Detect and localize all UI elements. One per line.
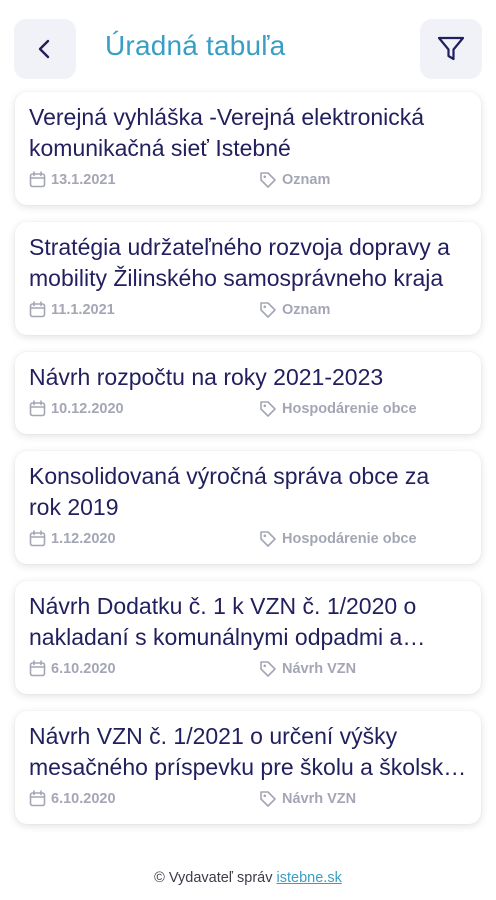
notice-category-text: Oznam bbox=[282, 172, 331, 188]
filter-icon bbox=[437, 36, 465, 61]
notice-category: Hospodárenie obce bbox=[259, 400, 417, 418]
notice-meta: 13.1.2021 Oznam bbox=[29, 171, 467, 193]
notice-card[interactable]: Stratégia udržateľného rozvoja dopravy a… bbox=[15, 222, 481, 335]
calendar-icon bbox=[29, 400, 46, 417]
notice-date-text: 6.10.2020 bbox=[51, 660, 116, 677]
notice-card[interactable]: Verejná vyhláška -Verejná elektronická k… bbox=[15, 92, 481, 205]
tag-icon bbox=[260, 791, 276, 807]
notice-card[interactable]: Návrh Dodatku č. 1 k VZN č. 1/2020 o nak… bbox=[15, 581, 481, 694]
notice-title: Verejná vyhláška -Verejná elektronická k… bbox=[29, 104, 425, 161]
notice-category: Oznam bbox=[259, 301, 330, 319]
calendar-icon bbox=[29, 790, 46, 807]
notice-title: Návrh Dodatku č. 1 k VZN č. 1/2020 o nak… bbox=[29, 593, 417, 650]
notice-date: 13.1.2021 bbox=[29, 171, 116, 188]
notice-category: Návrh VZN bbox=[259, 790, 356, 808]
notice-date: 11.1.2021 bbox=[29, 301, 115, 318]
notice-meta: 1.12.2020 Hospodárenie obce bbox=[29, 530, 467, 552]
notice-meta: 11.1.2021 Oznam bbox=[29, 301, 467, 323]
filter-button[interactable] bbox=[420, 19, 482, 79]
chevron-left-icon bbox=[38, 39, 50, 59]
notice-card[interactable]: Návrh VZN č. 1/2021 o určení výšky mesač… bbox=[15, 711, 481, 824]
notice-meta: 6.10.2020 Návrh VZN bbox=[29, 660, 467, 682]
notice-title: Konsolidovaná výročná správa obce za rok… bbox=[29, 463, 430, 520]
notice-date-text: 13.1.2021 bbox=[51, 171, 116, 188]
notice-category-text: Oznam bbox=[282, 302, 331, 318]
back-button[interactable] bbox=[14, 19, 76, 79]
tag-icon bbox=[260, 531, 276, 547]
tag-icon bbox=[260, 661, 276, 677]
notice-title: Návrh VZN č. 1/2021 o určení výšky mesač… bbox=[29, 723, 456, 780]
footer: © Vydavateľ správ istebne.sk bbox=[0, 870, 496, 886]
tag-icon bbox=[260, 172, 276, 188]
footer-link[interactable]: istebne.sk bbox=[277, 870, 342, 886]
calendar-icon bbox=[29, 301, 46, 318]
page-title: Úradná tabuľa bbox=[105, 30, 286, 61]
tag-icon bbox=[260, 302, 276, 318]
calendar-icon bbox=[29, 660, 46, 677]
notice-category: Oznam bbox=[259, 171, 330, 189]
notice-category-text: Návrh VZN bbox=[282, 791, 357, 807]
notice-date: 10.12.2020 bbox=[29, 400, 124, 417]
notice-category-text: Hospodárenie obce bbox=[282, 531, 417, 547]
calendar-icon bbox=[29, 171, 46, 188]
notice-card[interactable]: Návrh rozpočtu na roky 2021-2023 10.12.20… bbox=[15, 352, 481, 434]
notice-date: 6.10.2020 bbox=[29, 660, 116, 677]
notice-meta: 10.12.2020 Hospodárenie obce bbox=[29, 400, 467, 422]
notice-list: Verejná vyhláška -Verejná elektronická k… bbox=[15, 92, 481, 841]
footer-copyright: © Vydavateľ správ bbox=[154, 870, 273, 886]
notice-category-text: Hospodárenie obce bbox=[282, 401, 417, 417]
tag-icon bbox=[260, 401, 276, 417]
notice-date: 1.12.2020 bbox=[29, 530, 116, 547]
notice-title: Návrh rozpočtu na roky 2021-2023 bbox=[29, 364, 384, 390]
notice-date-text: 10.12.2020 bbox=[51, 400, 124, 417]
notice-date-text: 11.1.2021 bbox=[51, 301, 115, 318]
notice-category: Hospodárenie obce bbox=[259, 530, 417, 548]
notice-meta: 6.10.2020 Návrh VZN bbox=[29, 790, 467, 812]
notice-card[interactable]: Konsolidovaná výročná správa obce za rok… bbox=[15, 451, 481, 564]
notice-date-text: 6.10.2020 bbox=[51, 790, 116, 807]
notice-category: Návrh VZN bbox=[259, 660, 356, 678]
calendar-icon bbox=[29, 530, 46, 547]
notice-date: 6.10.2020 bbox=[29, 790, 116, 807]
notice-category-text: Návrh VZN bbox=[282, 661, 357, 677]
notice-date-text: 1.12.2020 bbox=[51, 530, 116, 547]
app-header: Úradná tabuľa bbox=[0, 0, 496, 94]
notice-title: Stratégia udržateľného rozvoja dopravy a… bbox=[29, 234, 450, 291]
